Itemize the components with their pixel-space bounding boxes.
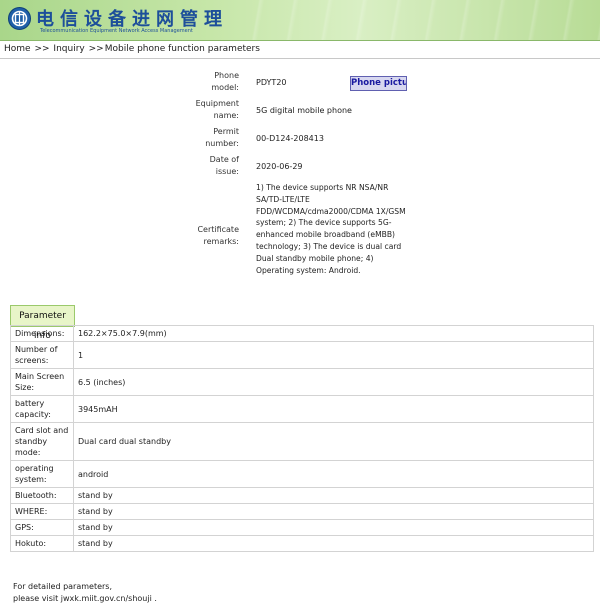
table-row: battery capacity: 3945mAH	[10, 395, 594, 423]
table-row: Number of screens: 1	[10, 341, 594, 369]
issue-date-label: Date of issue:	[209, 155, 239, 176]
table-row: Main Screen Size: 6.5 (inches)	[10, 368, 594, 396]
breadcrumb-home[interactable]: Home	[4, 44, 31, 54]
param-value: stand by	[73, 487, 594, 504]
breadcrumb: Home >> Inquiry >>Mobile phone function …	[4, 44, 260, 54]
param-key: Dimensions:	[10, 325, 74, 342]
footer-line-1: For detailed parameters,	[13, 582, 113, 591]
breadcrumb-inquiry[interactable]: Inquiry	[53, 44, 84, 54]
phone-model-label: Phone model:	[211, 71, 239, 92]
certificate-remarks-value: 1) The device supports NR NSA/NR SA/TD-L…	[256, 183, 406, 275]
param-key: Hokuto:	[10, 535, 74, 552]
param-value: stand by	[73, 503, 594, 520]
table-row: Dimensions: 162.2×75.0×7.9(mm)	[10, 325, 594, 342]
phone-model-value: PDYT20	[256, 78, 287, 87]
table-row: Hokuto: stand by	[10, 535, 594, 552]
param-key: Bluetooth:	[10, 487, 74, 504]
parameter-table: Dimensions: 162.2×75.0×7.9(mm) Number of …	[10, 325, 594, 552]
param-key: Main Screen Size:	[10, 368, 74, 396]
permit-number-label: Permit number:	[205, 127, 239, 148]
phone-picture-button[interactable]: Phone pictu	[350, 76, 407, 91]
header-decoration	[230, 0, 600, 40]
table-row: WHERE: stand by	[10, 503, 594, 520]
param-key: operating system:	[10, 460, 74, 488]
site-header: 电信设备进网管理 Telecommunication Equipment Net…	[0, 0, 600, 40]
param-value: android	[73, 460, 594, 488]
footer-note: For detailed parameters, please visit jw…	[13, 581, 157, 605]
param-value: 3945mAH	[73, 395, 594, 423]
permit-number-value: 00-D124-208413	[256, 134, 324, 143]
param-value: stand by	[73, 535, 594, 552]
param-key: Card slot and standby mode:	[10, 422, 74, 461]
param-value: Dual card dual standby	[73, 422, 594, 461]
site-subtitle: Telecommunication Equipment Network Acce…	[40, 28, 193, 34]
network-access-logo-icon	[8, 7, 31, 30]
param-key: WHERE:	[10, 503, 74, 520]
equipment-name-label: Equipment name:	[195, 99, 239, 120]
param-value: 6.5 (inches)	[73, 368, 594, 396]
parameter-info-tab[interactable]: Parameter info	[10, 305, 75, 341]
param-key: battery capacity:	[10, 395, 74, 423]
header-divider	[0, 40, 600, 41]
param-key: Number of screens:	[10, 341, 74, 369]
table-row: GPS: stand by	[10, 519, 594, 536]
param-value: 162.2×75.0×7.9(mm)	[73, 325, 594, 342]
breadcrumb-separator: >>	[88, 44, 104, 54]
param-value: 1	[73, 341, 594, 369]
issue-date-value: 2020-06-29	[256, 162, 303, 171]
footer-line-2: please visit jwxk.miit.gov.cn/shouji .	[13, 594, 157, 603]
table-row: Card slot and standby mode: Dual card dua…	[10, 422, 594, 461]
equipment-name-value: 5G digital mobile phone	[256, 106, 352, 115]
param-value: stand by	[73, 519, 594, 536]
table-row: operating system: android	[10, 460, 594, 488]
breadcrumb-current: Mobile phone function parameters	[104, 44, 260, 54]
breadcrumb-divider	[0, 58, 600, 59]
breadcrumb-separator: >>	[34, 44, 50, 54]
param-key: GPS:	[10, 519, 74, 536]
table-row: Bluetooth: stand by	[10, 487, 594, 504]
certificate-remarks-label: Certificate remarks:	[197, 225, 239, 246]
